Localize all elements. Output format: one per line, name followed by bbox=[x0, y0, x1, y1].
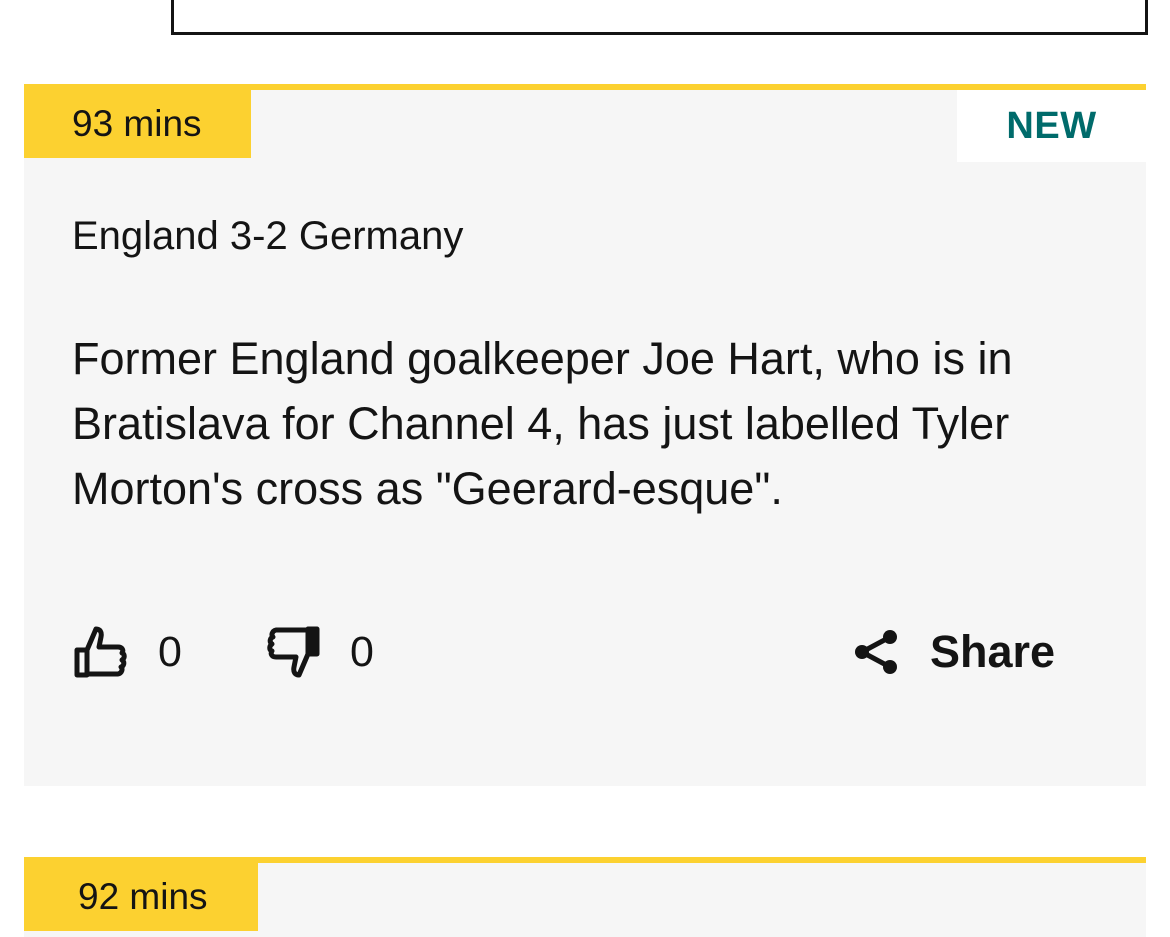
entry-actions: 0 0 Share bbox=[72, 620, 1072, 684]
entry-subtitle: England 3-2 Germany bbox=[72, 214, 464, 258]
thumbs-down-icon bbox=[264, 623, 322, 681]
dislike-count: 0 bbox=[350, 628, 374, 676]
share-button[interactable]: Share bbox=[852, 620, 1055, 684]
previous-entry-box bbox=[171, 0, 1148, 35]
share-icon bbox=[852, 628, 900, 676]
time-badge: 93 mins bbox=[24, 90, 251, 158]
thumbs-up-icon bbox=[72, 623, 130, 681]
live-entry-card: 93 mins NEW England 3-2 Germany Former E… bbox=[24, 84, 1146, 786]
live-entry-card: 92 mins bbox=[24, 857, 1146, 937]
time-badge: 92 mins bbox=[24, 863, 258, 931]
like-button[interactable]: 0 bbox=[72, 620, 182, 684]
like-count: 0 bbox=[158, 628, 182, 676]
share-label: Share bbox=[930, 626, 1056, 677]
entry-body: Former England goalkeeper Joe Hart, who … bbox=[72, 333, 1013, 514]
new-badge: NEW bbox=[957, 90, 1146, 162]
dislike-button[interactable]: 0 bbox=[264, 620, 374, 684]
